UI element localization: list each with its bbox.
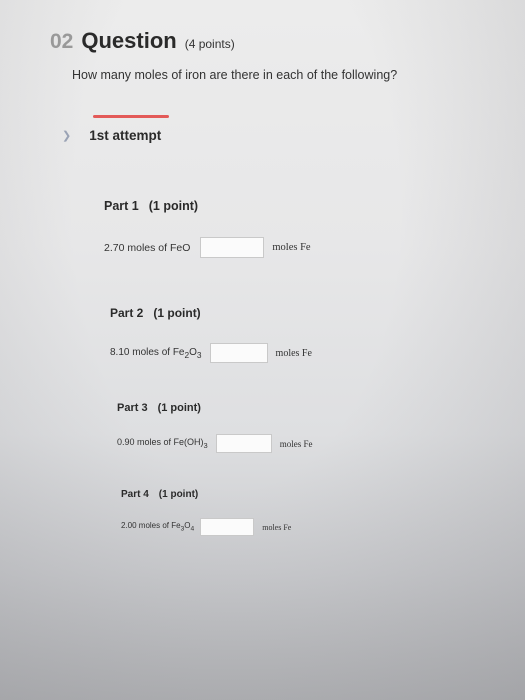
answer-input[interactable] bbox=[200, 237, 265, 258]
part-4-title: Part 4 (1 point) bbox=[121, 489, 198, 500]
part-2-title: Part 2 (1 point) bbox=[110, 306, 201, 320]
answer-input[interactable] bbox=[200, 518, 255, 536]
part-3-row: 0.90 moles of Fe(OH)3 moles Fe bbox=[117, 434, 312, 453]
unit-label: moles Fe bbox=[272, 242, 311, 253]
question-header: 02 Question (4 points) bbox=[50, 28, 235, 54]
answer-input[interactable] bbox=[215, 434, 272, 453]
part-points: (1 point) bbox=[158, 489, 199, 500]
attempt-toggle[interactable]: ❯ 1st attempt bbox=[62, 128, 161, 143]
part-points: (1 point) bbox=[157, 402, 201, 414]
chemical-formula: Fe(OH)3 bbox=[173, 437, 208, 450]
part-1-title: Part 1 (1 point) bbox=[104, 199, 198, 213]
question-title: Question bbox=[81, 28, 177, 53]
unit-label: moles Fe bbox=[275, 347, 312, 359]
part-1-row: 2.70 moles of FeO moles Fe bbox=[104, 237, 311, 258]
part-title-label: Part 4 bbox=[121, 489, 149, 500]
unit-label: moles Fe bbox=[262, 522, 292, 532]
part-amount: 0.90 moles of Fe(OH)3 bbox=[117, 437, 208, 450]
question-number: 02 bbox=[50, 30, 74, 53]
accent-divider bbox=[93, 115, 169, 118]
part-points: (1 point) bbox=[148, 199, 199, 213]
attempt-label: 1st attempt bbox=[89, 128, 162, 143]
question-points: (4 points) bbox=[184, 37, 235, 51]
question-text: How many moles of iron are there in each… bbox=[72, 68, 398, 82]
part-title-label: Part 1 bbox=[104, 199, 139, 213]
part-points: (1 point) bbox=[153, 306, 201, 320]
part-title-label: Part 3 bbox=[117, 402, 148, 414]
part-4-row: 2.00 moles of Fe3O4 moles Fe bbox=[121, 518, 291, 536]
part-2-row: 8.10 moles of Fe2O3 moles Fe bbox=[110, 343, 312, 363]
part-3-title: Part 3 (1 point) bbox=[117, 402, 201, 414]
unit-label: moles Fe bbox=[279, 438, 313, 449]
part-amount: 2.70 moles of FeO bbox=[104, 241, 191, 254]
part-amount: 8.10 moles of Fe2O3 bbox=[110, 346, 202, 360]
part-title-label: Part 2 bbox=[110, 306, 144, 320]
chemical-formula: FeO bbox=[169, 241, 191, 254]
chemical-formula: Fe3O4 bbox=[171, 521, 195, 533]
answer-input[interactable] bbox=[209, 343, 268, 363]
chemical-formula: Fe2O3 bbox=[172, 346, 202, 360]
part-amount: 2.00 moles of Fe3O4 bbox=[121, 521, 195, 533]
chevron-down-icon[interactable]: ❯ bbox=[62, 129, 71, 142]
